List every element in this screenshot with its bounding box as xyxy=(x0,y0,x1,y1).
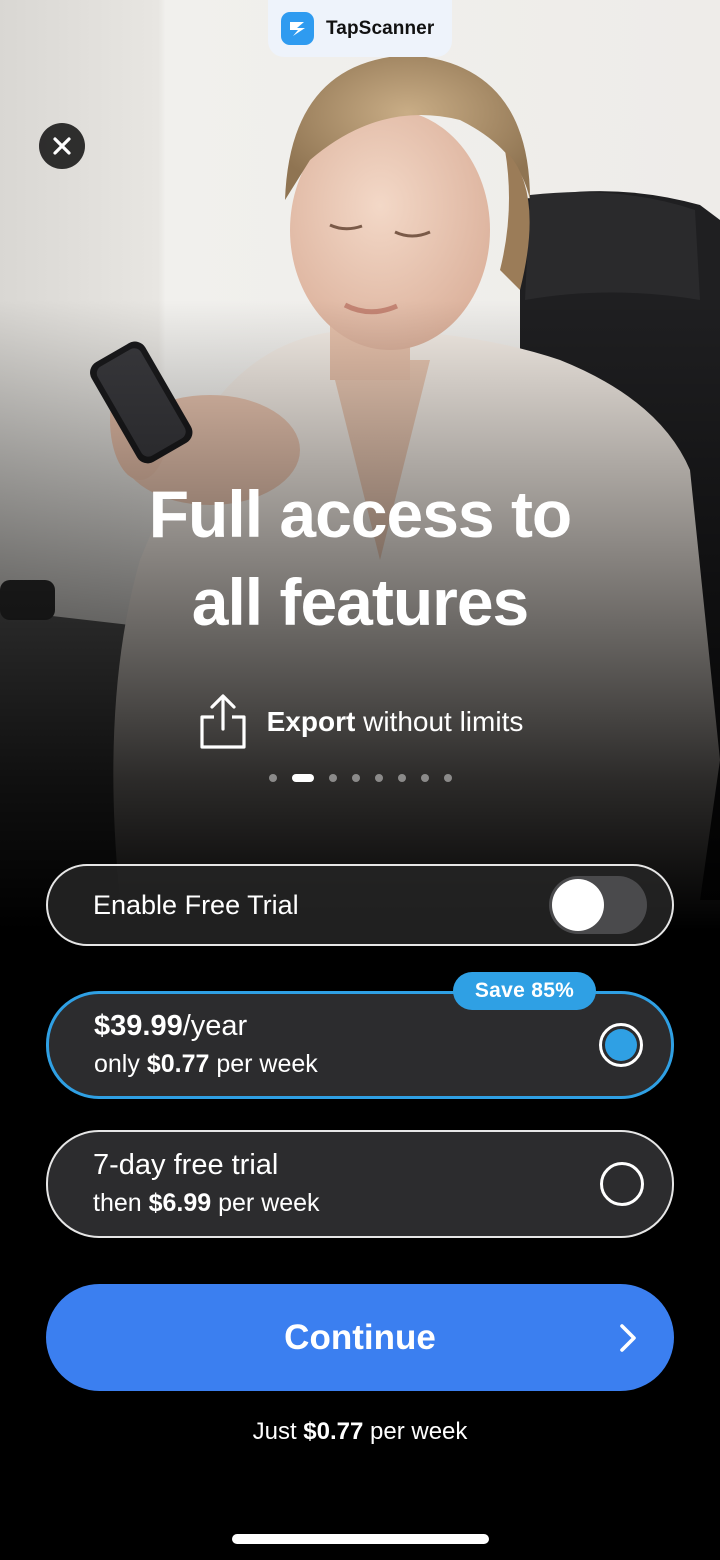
close-button[interactable] xyxy=(39,123,85,169)
app-badge: TapScanner xyxy=(268,0,452,57)
radio-selected[interactable] xyxy=(599,1023,643,1067)
carousel-dot-active[interactable] xyxy=(291,774,314,782)
share-export-icon xyxy=(200,694,246,749)
continue-label: Continue xyxy=(284,1317,436,1357)
price-footnote: Just $0.77 per week xyxy=(0,1418,720,1446)
carousel-dot[interactable] xyxy=(374,774,383,782)
radio-dot xyxy=(605,1029,637,1061)
carousel-dot[interactable] xyxy=(443,774,452,782)
chevron-right-icon xyxy=(620,1324,636,1352)
switch-knob xyxy=(552,879,604,931)
plan-yearly-subtitle: only $0.77 per week xyxy=(94,1050,318,1079)
plan-yearly-sub-price: $0.77 xyxy=(146,1050,210,1078)
carousel-dot[interactable] xyxy=(351,774,360,782)
plan-yearly-price: $39.99 xyxy=(94,1010,183,1042)
carousel-dot[interactable] xyxy=(420,774,429,782)
plan-weekly-subtitle: then $6.99 per week xyxy=(93,1189,320,1218)
feature-text: Export without limits xyxy=(267,706,524,738)
carousel-dot[interactable] xyxy=(397,774,406,782)
save-badge: Save 85% xyxy=(453,972,596,1010)
plan-weekly-sub-prefix: then xyxy=(93,1189,149,1217)
free-trial-toggle-row[interactable]: Enable Free Trial xyxy=(46,864,674,946)
plan-weekly-sub-suffix: per week xyxy=(211,1189,320,1217)
plan-weekly-title: 7-day free trial xyxy=(93,1149,279,1181)
free-trial-label: Enable Free Trial xyxy=(93,889,299,920)
radio-unselected[interactable] xyxy=(600,1162,644,1206)
feature-highlight: Export without limits xyxy=(0,692,720,752)
plan-yearly-period: /year xyxy=(182,1010,248,1042)
plan-weekly-sub-price: $6.99 xyxy=(148,1189,212,1217)
headline-line-1: Full access to xyxy=(148,477,573,551)
plan-yearly-sub-prefix: only xyxy=(94,1050,147,1078)
carousel-page-indicator[interactable] xyxy=(0,774,720,782)
plan-yearly-title: $39.99/year xyxy=(94,1010,247,1043)
continue-button[interactable]: Continue xyxy=(46,1284,674,1391)
home-indicator[interactable] xyxy=(232,1534,489,1544)
footnote-price: $0.77 xyxy=(303,1418,364,1445)
feature-text-rest: without limits xyxy=(355,706,524,737)
plan-option-weekly[interactable]: 7-day free trial then $6.99 per week xyxy=(46,1130,674,1238)
app-name: TapScanner xyxy=(326,17,435,39)
free-trial-switch[interactable] xyxy=(549,876,647,934)
paywall-screen: TapScanner Full access to all features E… xyxy=(0,0,720,1560)
footnote-prefix: Just xyxy=(252,1418,304,1445)
carousel-dot[interactable] xyxy=(328,774,337,782)
feature-text-bold: Export xyxy=(266,706,356,737)
headline-line-2: all features xyxy=(191,565,530,639)
paywall-headline: Full access to all features xyxy=(60,470,660,646)
footnote-suffix: per week xyxy=(363,1418,468,1445)
tapscanner-logo-icon xyxy=(281,12,314,45)
carousel-dot[interactable] xyxy=(268,774,277,782)
plan-yearly-sub-suffix: per week xyxy=(209,1050,318,1078)
close-icon xyxy=(53,137,71,155)
